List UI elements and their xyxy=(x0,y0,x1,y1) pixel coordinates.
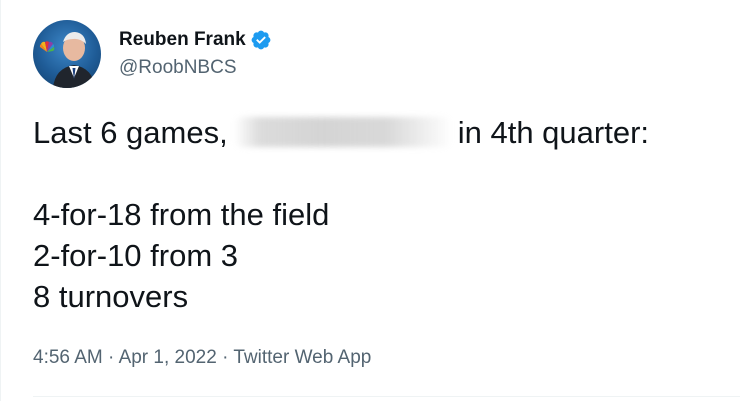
divider xyxy=(33,396,740,397)
handle[interactable]: @RoobNBCS xyxy=(119,56,272,80)
display-name-row: Reuben Frank xyxy=(119,28,272,52)
person-photo-icon xyxy=(53,32,95,88)
tweet-source[interactable]: Twitter Web App xyxy=(233,347,371,368)
avatar[interactable] xyxy=(33,20,101,88)
tweet-date[interactable]: Apr 1, 2022 xyxy=(119,347,217,368)
tweet-card: Reuben Frank @RoobNBCS Last 6 games, in 4… xyxy=(0,0,740,401)
tweet-time[interactable]: 4:56 AM xyxy=(33,347,103,368)
display-name[interactable]: Reuben Frank xyxy=(119,28,246,52)
tweet-text-before: Last 6 games, xyxy=(33,115,228,150)
meta-separator: · xyxy=(222,347,229,368)
tweet-header: Reuben Frank @RoobNBCS xyxy=(33,20,272,88)
verified-badge-icon xyxy=(251,30,271,50)
stat-line: 8 turnovers xyxy=(33,279,189,314)
meta-separator: · xyxy=(108,347,115,368)
stat-line: 4-for-18 from the field xyxy=(33,197,330,232)
tweet-line-1: Last 6 games, in 4th quarter: xyxy=(33,112,723,153)
author-names: Reuben Frank @RoobNBCS xyxy=(119,28,272,80)
tweet-meta: 4:56 AM · Apr 1, 2022 · Twitter Web App xyxy=(33,346,371,370)
stat-line: 2-for-10 from 3 xyxy=(33,238,239,273)
tweet-text: Last 6 games, in 4th quarter: 4-for-18 fr… xyxy=(33,112,723,317)
redacted-name xyxy=(233,117,452,147)
tweet-text-after: in 4th quarter: xyxy=(457,115,650,150)
